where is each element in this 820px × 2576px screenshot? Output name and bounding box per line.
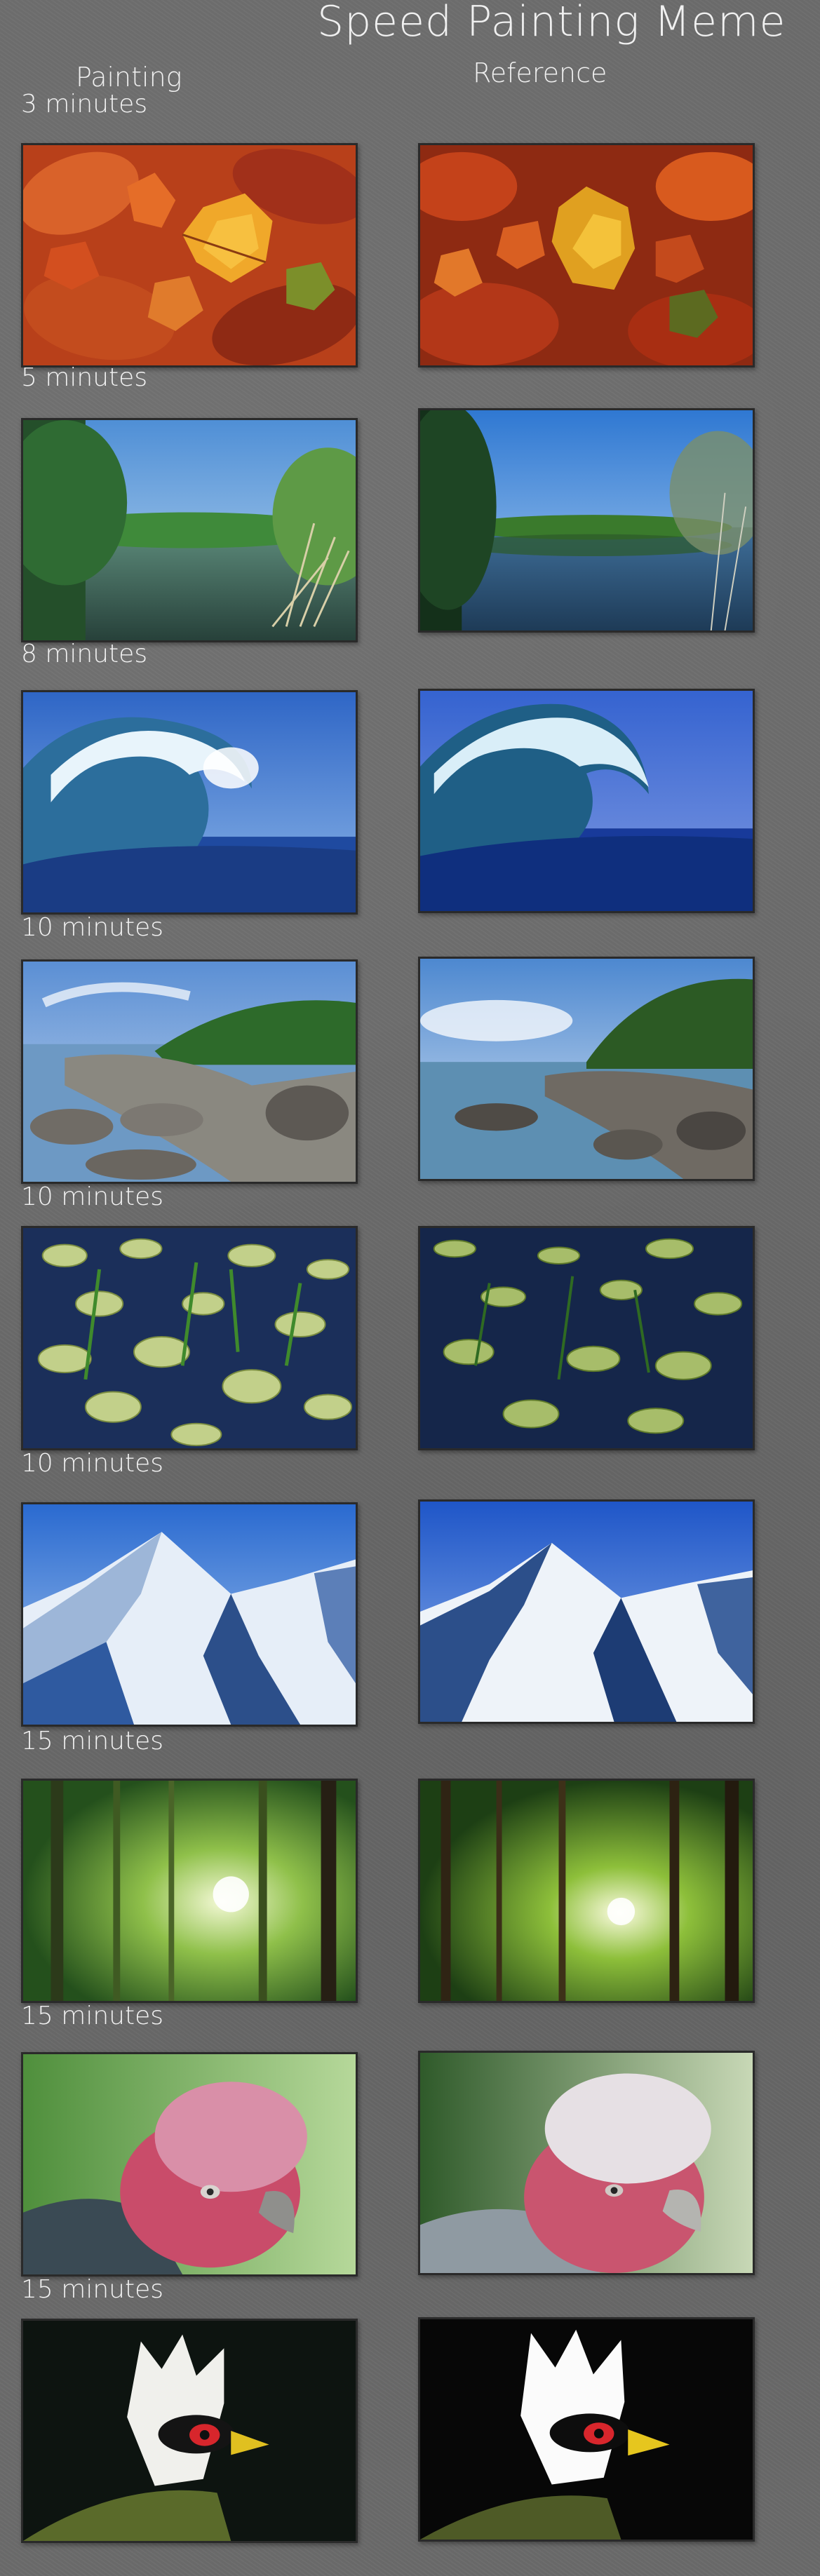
reference-autumn-leaves [418,143,755,367]
duration-label-5: 10 minutes [21,1182,163,1211]
painting-rocky-coast [21,959,358,1184]
reference-wave [418,689,755,913]
painting-galah [21,2052,358,2277]
painting-lake [21,418,358,642]
painting-autumn-leaves [21,143,358,367]
duration-label-1: 3 minutes [21,90,148,119]
duration-label-8: 15 minutes [21,2002,163,2030]
duration-label-4: 10 minutes [21,913,163,942]
reference-forest [418,1779,755,2003]
reference-snowy-mountain [418,1499,755,1724]
duration-label-3: 8 minutes [21,640,148,668]
painting-column-header: Painting [76,62,182,93]
duration-label-6: 10 minutes [21,1449,163,1478]
painting-turaco [21,2319,358,2543]
reference-lake [418,408,755,633]
painting-snowy-mountain [21,1502,358,1727]
painting-lily-pads [21,1226,358,1450]
painting-wave [21,690,358,915]
reference-galah [418,2051,755,2275]
reference-turaco [418,2317,755,2542]
duration-label-9: 15 minutes [21,2275,163,2304]
duration-label-7: 15 minutes [21,1727,163,1755]
duration-label-2: 5 minutes [21,363,148,392]
page-title: Speed Painting Meme [317,0,786,46]
reference-column-header: Reference [473,58,607,88]
reference-rocky-coast [418,957,755,1181]
reference-lily-pads [418,1226,755,1450]
painting-forest [21,1779,358,2003]
